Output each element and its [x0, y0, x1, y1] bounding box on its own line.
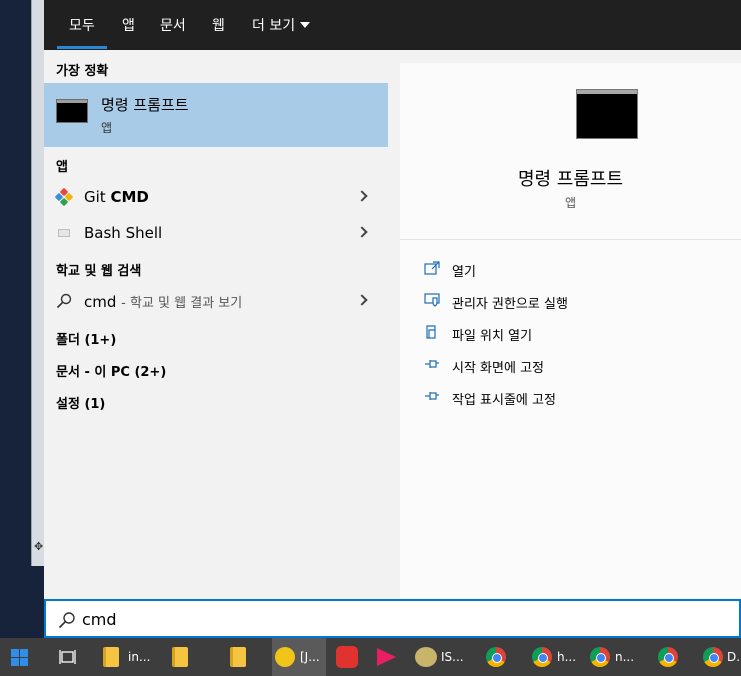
- tab-apps[interactable]: 앱: [122, 15, 135, 35]
- folder-icon: [103, 647, 119, 667]
- web-result-label: cmd - 학교 및 웹 결과 보기: [84, 292, 242, 311]
- taskbar-item-label: [J...: [300, 650, 320, 664]
- taskbar-item-chrome-1[interactable]: [480, 638, 518, 676]
- shield-icon: [424, 293, 440, 307]
- best-match-command-prompt[interactable]: 명령 프롬프트 앱: [44, 83, 388, 147]
- web-result-cmd[interactable]: cmd - 학교 및 웹 결과 보기: [44, 284, 388, 318]
- section-folders[interactable]: 폴더 (1+): [56, 329, 116, 348]
- taskbar-item-label: D...: [727, 650, 741, 664]
- taskbar-item-folder-1[interactable]: in...: [94, 638, 154, 676]
- taskbar-item-folder-3[interactable]: [220, 638, 258, 676]
- action-open[interactable]: 열기: [424, 259, 724, 281]
- action-run-as-admin[interactable]: 관리자 권한으로 실행: [424, 291, 724, 313]
- taskbar: in... [J... IS... h... n... D...: [0, 638, 741, 676]
- chevron-right-icon[interactable]: [356, 226, 368, 238]
- web-hint: - 학교 및 웹 결과 보기: [121, 296, 243, 311]
- web-query: cmd: [84, 293, 117, 311]
- app-result-label: Bash Shell: [84, 224, 163, 242]
- chevron-down-icon: [300, 22, 311, 28]
- action-label: 관리자 권한으로 실행: [452, 297, 568, 312]
- chevron-right-icon[interactable]: [356, 294, 368, 306]
- section-documents[interactable]: 문서 - 이 PC (2+): [56, 361, 166, 380]
- action-label: 열기: [452, 265, 476, 280]
- action-label: 시작 화면에 고정: [452, 361, 544, 376]
- screen-recorder-icon: [336, 646, 358, 668]
- open-icon: [424, 261, 440, 275]
- taskbar-item-label: n...: [615, 650, 635, 664]
- taskbar-item-chrome-4[interactable]: [650, 638, 688, 676]
- section-settings[interactable]: 설정 (1): [56, 393, 105, 412]
- search-box[interactable]: [44, 599, 741, 638]
- file-location-icon: [426, 325, 436, 339]
- app-name-bold: CMD: [110, 188, 149, 206]
- background-window-edge: ✥: [31, 0, 44, 566]
- taskbar-item-chrome-3[interactable]: n...: [582, 638, 636, 676]
- best-match-name: 명령 프롬프트: [101, 96, 189, 114]
- taskbar-item-media-player[interactable]: [J...: [272, 638, 326, 676]
- app-name-prefix: Git: [84, 188, 111, 206]
- action-open-file-location[interactable]: 파일 위치 열기: [424, 323, 724, 345]
- chevron-right-icon[interactable]: [356, 190, 368, 202]
- search-input[interactable]: [82, 608, 682, 630]
- media-player-icon: [275, 647, 295, 667]
- task-view-button[interactable]: [48, 638, 86, 676]
- chrome-icon: [703, 647, 723, 667]
- command-prompt-icon: [576, 89, 638, 139]
- app-result-label: Git CMD: [84, 188, 149, 206]
- detail-subtitle: 앱: [564, 196, 577, 210]
- section-web-search: 학교 및 웹 검색: [56, 264, 142, 279]
- detail-title: 명령 프롬프트: [517, 169, 624, 190]
- taskbar-item-screen-recorder[interactable]: [330, 638, 368, 676]
- windows-start-icon: [11, 649, 28, 666]
- folder-icon: [172, 647, 188, 667]
- pin-icon: [425, 392, 439, 400]
- folder-icon: [230, 647, 246, 667]
- tab-all[interactable]: 모두: [57, 15, 107, 49]
- taskbar-item-chrome-2[interactable]: h...: [524, 638, 578, 676]
- pin-icon: [425, 360, 439, 368]
- play-app-icon: [377, 648, 396, 666]
- start-search-flyout: 모두 앱 문서 웹 더 보기 가장 정확 명령 프롬프트 앱 앱 Git CMD: [44, 0, 741, 638]
- bash-icon: [56, 225, 72, 241]
- task-view-icon: [59, 650, 76, 664]
- result-detail-pane: 명령 프롬프트 앱 열기 관리자 권한으로 실행 파일 위치 열기 시작 화면에…: [400, 63, 741, 598]
- action-pin-to-taskbar[interactable]: 작업 표시줄에 고정: [424, 387, 724, 409]
- start-button[interactable]: [0, 638, 40, 676]
- tab-documents[interactable]: 문서: [160, 15, 186, 35]
- taskbar-item-folder-2[interactable]: [162, 638, 200, 676]
- move-handle-icon: ✥: [34, 540, 44, 553]
- taskbar-item-label: h...: [557, 650, 577, 664]
- action-label: 파일 위치 열기: [452, 329, 533, 344]
- results-list: 가장 정확 명령 프롬프트 앱 앱 Git CMD Bash Shell 학교: [44, 50, 388, 598]
- chrome-icon: [590, 647, 610, 667]
- app-result-git-cmd[interactable]: Git CMD: [44, 180, 388, 214]
- command-prompt-icon: [56, 99, 88, 123]
- taskbar-item-play-app[interactable]: [370, 638, 408, 676]
- chrome-icon: [486, 647, 506, 667]
- tab-web[interactable]: 웹: [212, 15, 225, 35]
- search-icon: [58, 612, 75, 629]
- action-label: 작업 표시줄에 고정: [452, 393, 556, 408]
- best-match-type: 앱: [101, 121, 113, 135]
- chrome-icon: [658, 647, 678, 667]
- tab-more[interactable]: 더 보기: [252, 15, 311, 35]
- section-best-match: 가장 정확: [56, 64, 109, 79]
- paint-icon: [415, 647, 437, 667]
- taskbar-item-paint[interactable]: IS...: [408, 638, 464, 676]
- chrome-icon: [532, 647, 552, 667]
- taskbar-item-chrome-5[interactable]: D...: [696, 638, 741, 676]
- action-pin-to-start[interactable]: 시작 화면에 고정: [424, 355, 724, 377]
- taskbar-item-label: in...: [128, 650, 151, 664]
- search-tabbar: 모두 앱 문서 웹 더 보기: [44, 0, 741, 50]
- app-result-bash-shell[interactable]: Bash Shell: [44, 216, 388, 250]
- git-icon: [54, 187, 74, 207]
- detail-divider: [400, 239, 741, 240]
- search-icon: [56, 293, 72, 309]
- section-apps: 앱: [56, 160, 68, 175]
- taskbar-item-label: IS...: [441, 650, 464, 664]
- tab-more-label: 더 보기: [252, 18, 296, 34]
